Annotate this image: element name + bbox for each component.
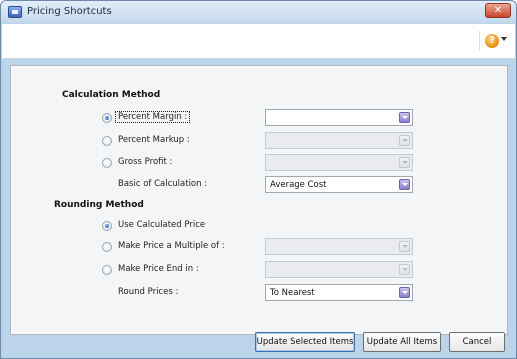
pricing-shortcuts-window: Pricing Shortcuts ✕ ? Calculation Method… [0, 0, 517, 359]
help-dropdown-caret-icon[interactable] [501, 37, 507, 41]
round-prices-label: Round Prices : [118, 287, 179, 297]
round-prices-value: To Nearest [270, 288, 315, 298]
title-bar: Pricing Shortcuts ✕ [1, 1, 516, 23]
chevron-down-icon[interactable] [399, 112, 410, 123]
cancel-button[interactable]: Cancel [449, 332, 505, 352]
gross-profit-label: Gross Profit : [118, 157, 173, 167]
percent-margin-label: Percent Margin : [114, 111, 191, 123]
percent-margin-radio[interactable] [102, 113, 112, 123]
percent-margin-combo[interactable] [265, 109, 413, 126]
window-title: Pricing Shortcuts [27, 6, 112, 17]
toolbar: ? [2, 24, 515, 59]
chevron-down-icon[interactable] [399, 179, 410, 190]
chevron-down-icon[interactable] [399, 241, 410, 252]
use-calculated-price-radio[interactable] [102, 221, 112, 231]
app-icon [8, 6, 22, 18]
price-multiple-combo[interactable] [265, 238, 413, 255]
use-calculated-price-label: Use Calculated Price [118, 220, 206, 230]
chevron-down-icon[interactable] [399, 287, 410, 298]
chevron-down-icon[interactable] [399, 157, 410, 168]
content-panel: Calculation Method Percent Margin : Perc… [10, 65, 508, 335]
basis-of-calculation-label: Basic of Calculation : [118, 179, 208, 189]
percent-markup-combo[interactable] [265, 132, 413, 149]
rounding-method-heading: Rounding Method [54, 200, 144, 210]
chevron-down-icon[interactable] [399, 264, 410, 275]
price-end-in-radio[interactable] [102, 265, 112, 275]
percent-markup-radio[interactable] [102, 136, 112, 146]
close-button[interactable]: ✕ [485, 3, 511, 18]
help-button[interactable]: ? [479, 31, 510, 51]
calculation-method-heading: Calculation Method [62, 90, 161, 100]
gross-profit-combo[interactable] [265, 154, 413, 171]
gross-profit-radio[interactable] [102, 158, 112, 168]
basis-of-calculation-value: Average Cost [270, 180, 327, 190]
update-selected-items-button[interactable]: Update Selected Items [255, 332, 355, 352]
basis-of-calculation-combo[interactable]: Average Cost [265, 176, 413, 193]
help-icon: ? [485, 34, 499, 48]
price-end-in-label: Make Price End in : [118, 264, 199, 274]
price-end-in-combo[interactable] [265, 261, 413, 278]
percent-markup-label: Percent Markup : [118, 135, 190, 145]
price-multiple-radio[interactable] [102, 242, 112, 252]
update-all-items-button[interactable]: Update All Items [363, 332, 441, 352]
chevron-down-icon[interactable] [399, 135, 410, 146]
round-prices-combo[interactable]: To Nearest [265, 284, 413, 301]
close-icon: ✕ [493, 5, 503, 16]
price-multiple-label: Make Price a Multiple of : [118, 241, 225, 251]
